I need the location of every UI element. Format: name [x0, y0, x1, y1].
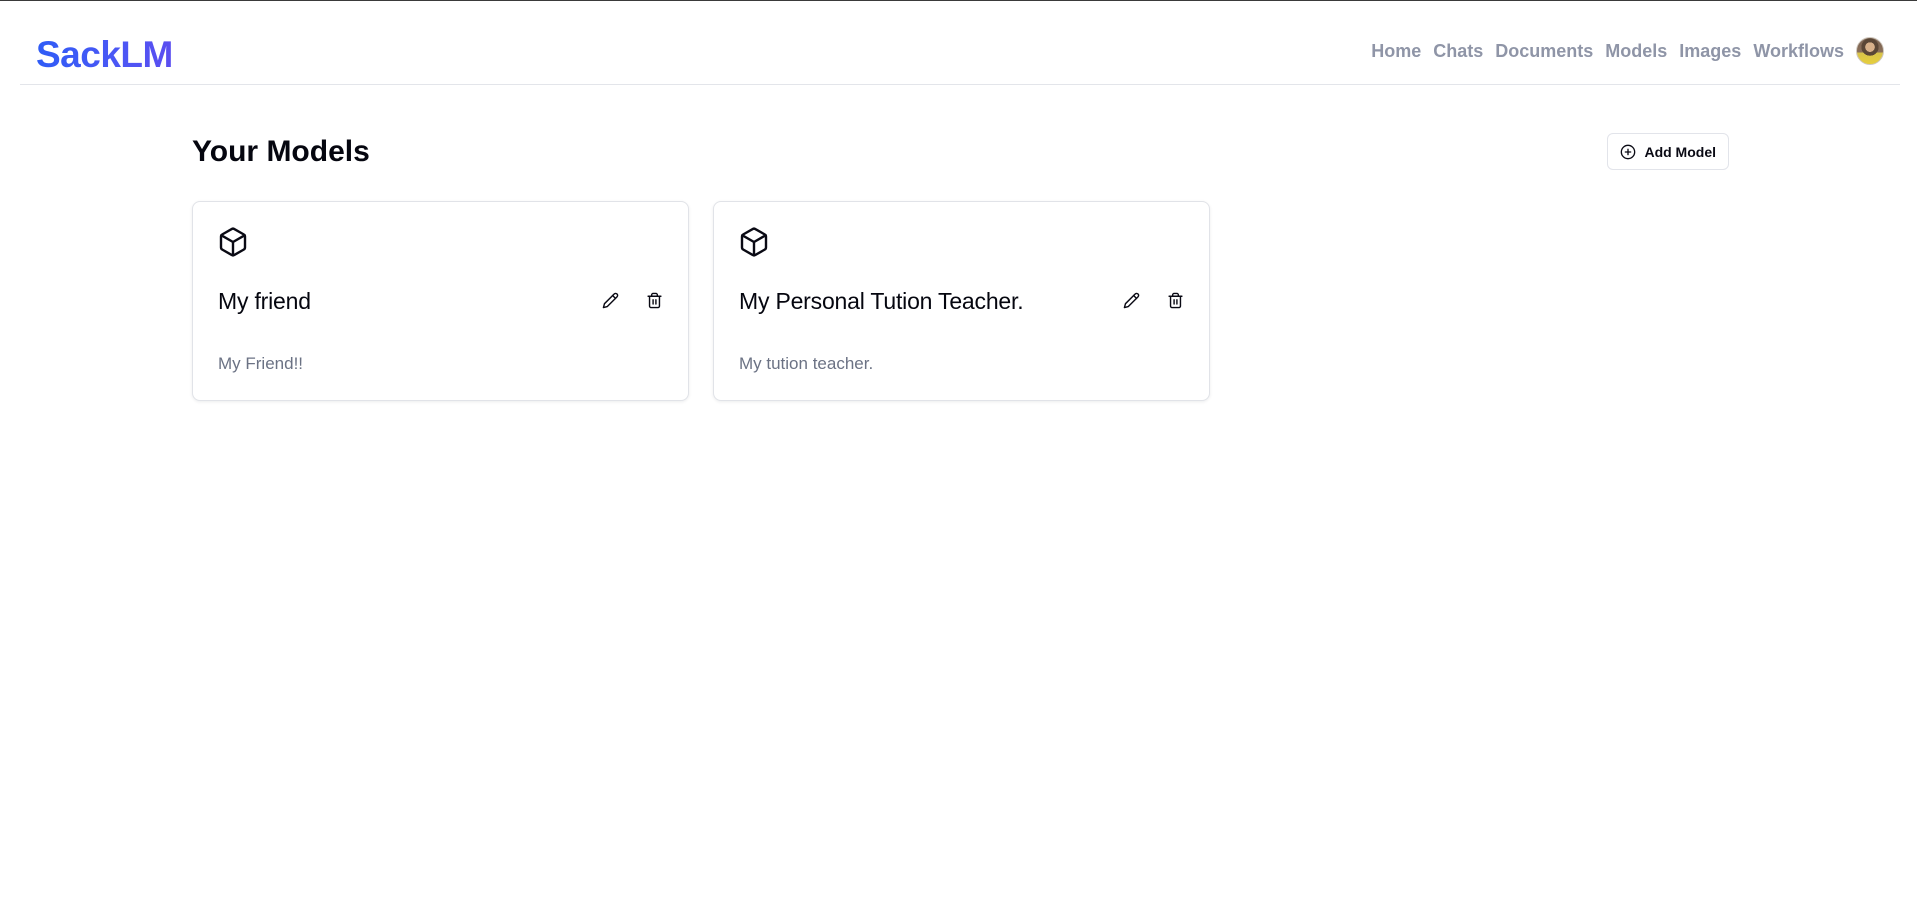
- model-card[interactable]: My friend My Friend!!: [192, 201, 689, 401]
- nav-chats[interactable]: Chats: [1433, 37, 1483, 65]
- model-description: My Friend!!: [218, 354, 304, 373]
- delete-model-button[interactable]: [1165, 292, 1185, 312]
- model-name: My friend: [218, 288, 311, 314]
- edit-model-button[interactable]: [1121, 292, 1141, 312]
- page-title: Your Models: [192, 135, 370, 168]
- model-name: My Personal Tution Teacher.: [739, 288, 1024, 314]
- nav-documents[interactable]: Documents: [1495, 37, 1593, 65]
- trash-icon: [1167, 292, 1184, 312]
- pencil-icon: [602, 292, 619, 312]
- cube-icon: [217, 226, 249, 258]
- edit-model-button[interactable]: [600, 292, 620, 312]
- nav-home[interactable]: Home: [1371, 37, 1421, 65]
- add-model-button[interactable]: Add Model: [1607, 133, 1729, 170]
- nav-images[interactable]: Images: [1679, 37, 1741, 65]
- top-header: SackLM Home Chats Documents Models Image…: [20, 1, 1900, 85]
- model-card-list: My friend My Friend!! My Personal Tution…: [192, 201, 1210, 401]
- model-actions: [1121, 292, 1185, 312]
- main-nav: Home Chats Documents Models Images Workf…: [1371, 37, 1884, 65]
- nav-workflows[interactable]: Workflows: [1753, 37, 1844, 65]
- brand-logo[interactable]: SackLM: [36, 33, 173, 77]
- model-actions: [600, 292, 664, 312]
- pencil-icon: [1123, 292, 1140, 312]
- plus-circle-icon: [1620, 144, 1636, 160]
- cube-icon: [738, 226, 770, 258]
- add-model-label: Add Model: [1644, 143, 1716, 160]
- trash-icon: [646, 292, 663, 312]
- nav-models[interactable]: Models: [1605, 37, 1667, 65]
- user-avatar[interactable]: [1856, 37, 1884, 65]
- model-card[interactable]: My Personal Tution Teacher. My tution te…: [713, 201, 1210, 401]
- model-description: My tution teacher.: [739, 354, 874, 373]
- delete-model-button[interactable]: [644, 292, 664, 312]
